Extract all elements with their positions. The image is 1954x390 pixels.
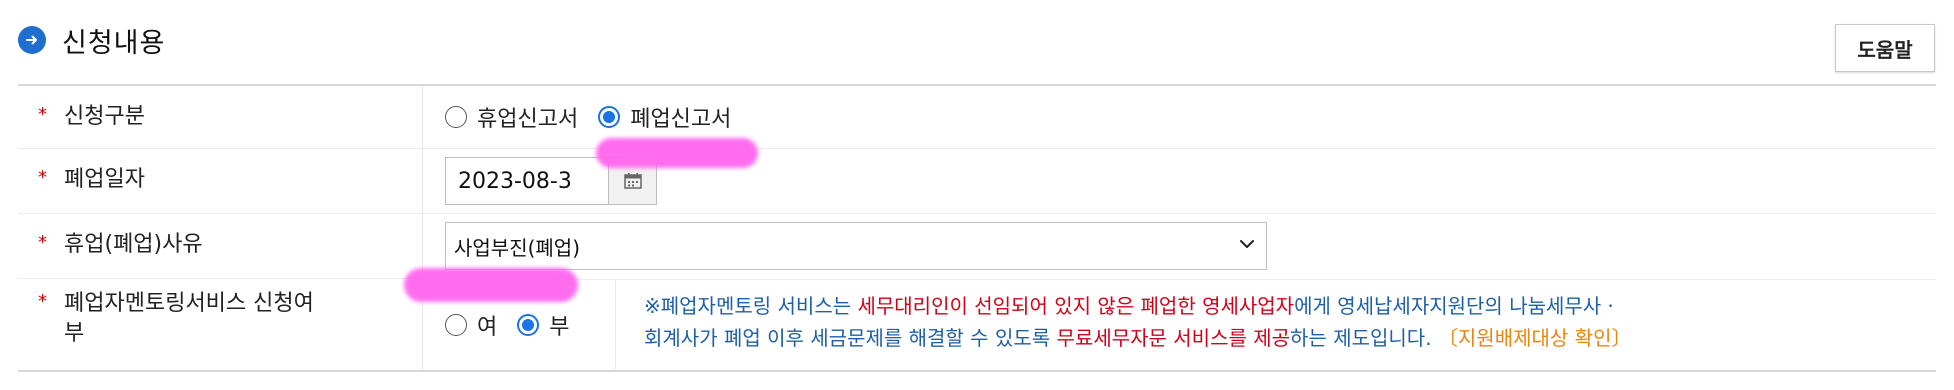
note-text: 하는 제도입니다. bbox=[1290, 325, 1438, 350]
mentoring-label-line1: 폐업자멘토링서비스 신청여 bbox=[64, 291, 314, 316]
closure-reason-label: 휴업(폐업)사유 bbox=[64, 232, 203, 257]
radio-mentoring-no[interactable]: 부 bbox=[517, 309, 570, 341]
radio-label: 폐업신고서 bbox=[630, 107, 732, 132]
row-value-cell: 사업부진(폐업) bbox=[422, 213, 1936, 279]
closure-date-label: 폐업일자 bbox=[64, 167, 145, 192]
mentoring-label: 폐업자멘토링서비스 신청여 부 bbox=[64, 289, 314, 349]
radio-temporary-closure[interactable]: 휴업신고서 bbox=[445, 101, 578, 133]
select-value: 사업부진(폐업) bbox=[454, 235, 581, 260]
application-form-table: * 신청구분 휴업신고서 폐업신고서 * 폐업일자 2023-08-3 * 휴업… bbox=[18, 84, 1936, 372]
radio-unchecked-icon[interactable] bbox=[445, 313, 467, 336]
help-button[interactable]: 도움말 bbox=[1835, 24, 1935, 72]
application-type-radio-group: 휴업신고서 폐업신고서 bbox=[445, 101, 1936, 133]
row-value-cell: 여 부 ※폐업자멘토링 서비스는 세무대리인이 선임되어 있지 않은 폐업한 영… bbox=[423, 278, 1936, 370]
mentoring-note: ※폐업자멘토링 서비스는 세무대리인이 선임되어 있지 않은 폐업한 영세사업자… bbox=[616, 280, 1631, 370]
required-mark-icon: * bbox=[38, 291, 47, 312]
radio-checked-icon[interactable] bbox=[598, 106, 621, 128]
section-header: 신청내용 bbox=[18, 18, 165, 62]
required-mark-icon: * bbox=[38, 232, 47, 253]
radio-unchecked-icon[interactable] bbox=[445, 106, 467, 128]
arrow-right-circle-icon bbox=[18, 26, 46, 54]
closure-reason-select[interactable]: 사업부진(폐업) bbox=[445, 222, 1267, 271]
row-label-cell: * 신청구분 bbox=[18, 85, 423, 149]
row-label-cell: * 폐업자멘토링서비스 신청여 부 bbox=[18, 278, 423, 371]
row-mentoring-service: * 폐업자멘토링서비스 신청여 부 여 부 ※폐업자멘토링 서비스는 세무대리인… bbox=[18, 278, 1936, 371]
required-mark-icon: * bbox=[38, 167, 47, 188]
row-application-type: * 신청구분 휴업신고서 폐업신고서 bbox=[18, 85, 1936, 149]
radio-label: 여 bbox=[477, 314, 498, 340]
radio-business-closure[interactable]: 폐업신고서 bbox=[598, 101, 731, 133]
radio-checked-icon[interactable] bbox=[517, 313, 540, 336]
exclusion-check-link[interactable]: 〔지원배제대상 확인〕 bbox=[1438, 326, 1632, 350]
note-text: ※폐업자멘토링 서비스는 bbox=[644, 293, 858, 318]
row-closure-date: * 폐업일자 bbox=[18, 148, 1936, 214]
row-label-cell: * 휴업(폐업)사유 bbox=[18, 213, 423, 279]
note-text: 에게 영세납세자지원단의 나눔세무사ㆍ bbox=[1294, 293, 1620, 318]
redaction-mark bbox=[404, 268, 578, 302]
note-text: 회계사가 폐업 이후 세금문제를 해결할 수 있도록 bbox=[644, 325, 1057, 350]
note-highlight: 무료세무자문 서비스를 제공 bbox=[1056, 325, 1291, 350]
closure-date-input[interactable] bbox=[445, 157, 609, 205]
radio-mentoring-yes[interactable]: 여 bbox=[445, 309, 497, 341]
note-highlight: 세무대리인이 선임되어 있지 않은 폐업한 영세사업자 bbox=[857, 293, 1295, 318]
redaction-mark bbox=[596, 138, 758, 168]
section-title: 신청내용 bbox=[62, 27, 166, 59]
row-label-cell: * 폐업일자 bbox=[18, 148, 423, 214]
mentoring-label-line2: 부 bbox=[64, 321, 85, 346]
radio-label: 부 bbox=[549, 314, 570, 340]
application-type-label: 신청구분 bbox=[64, 104, 145, 129]
radio-label: 휴업신고서 bbox=[477, 107, 579, 132]
chevron-down-icon bbox=[1238, 235, 1256, 257]
required-mark-icon: * bbox=[38, 104, 47, 125]
row-closure-reason: * 휴업(폐업)사유 사업부진(폐업) bbox=[18, 213, 1936, 279]
